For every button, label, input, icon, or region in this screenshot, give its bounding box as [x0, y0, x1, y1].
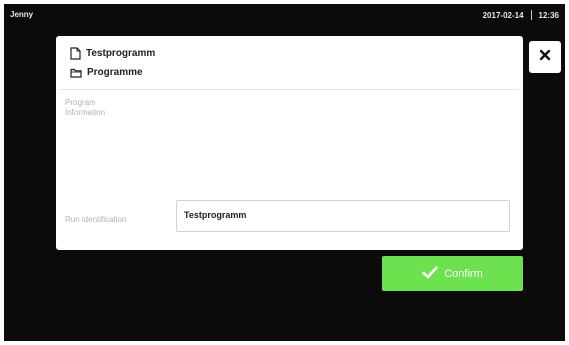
- run-identification-input[interactable]: Testprogramm: [176, 200, 510, 232]
- program-dialog: Testprogramm Programme Program Informati…: [56, 36, 523, 250]
- device-screen: Jenny 2017-02-14 12:36 Testprogramm Prog…: [4, 4, 565, 341]
- divider: [60, 89, 519, 90]
- file-icon: [70, 47, 81, 60]
- folder-name: Programme: [87, 67, 143, 78]
- folder-icon: [70, 68, 82, 78]
- check-icon: [422, 265, 439, 282]
- status-bar: Jenny 2017-02-14 12:36: [4, 4, 565, 22]
- folder-row: Programme: [70, 67, 143, 78]
- status-time: 12:36: [538, 10, 559, 20]
- close-button[interactable]: [529, 41, 561, 73]
- confirm-button[interactable]: Confirm: [382, 256, 523, 291]
- status-user-name: Jenny: [10, 10, 34, 19]
- run-identification-label: Run identification: [65, 215, 127, 224]
- file-row: Testprogramm: [70, 47, 155, 60]
- status-divider: [530, 10, 532, 20]
- close-icon: [539, 48, 551, 66]
- status-date-time: 2017-02-14 12:36: [483, 10, 559, 20]
- program-information-label: Program Information: [65, 98, 106, 117]
- confirm-label: Confirm: [444, 267, 483, 280]
- file-name: Testprogramm: [86, 48, 156, 59]
- status-date: 2017-02-14: [482, 10, 524, 20]
